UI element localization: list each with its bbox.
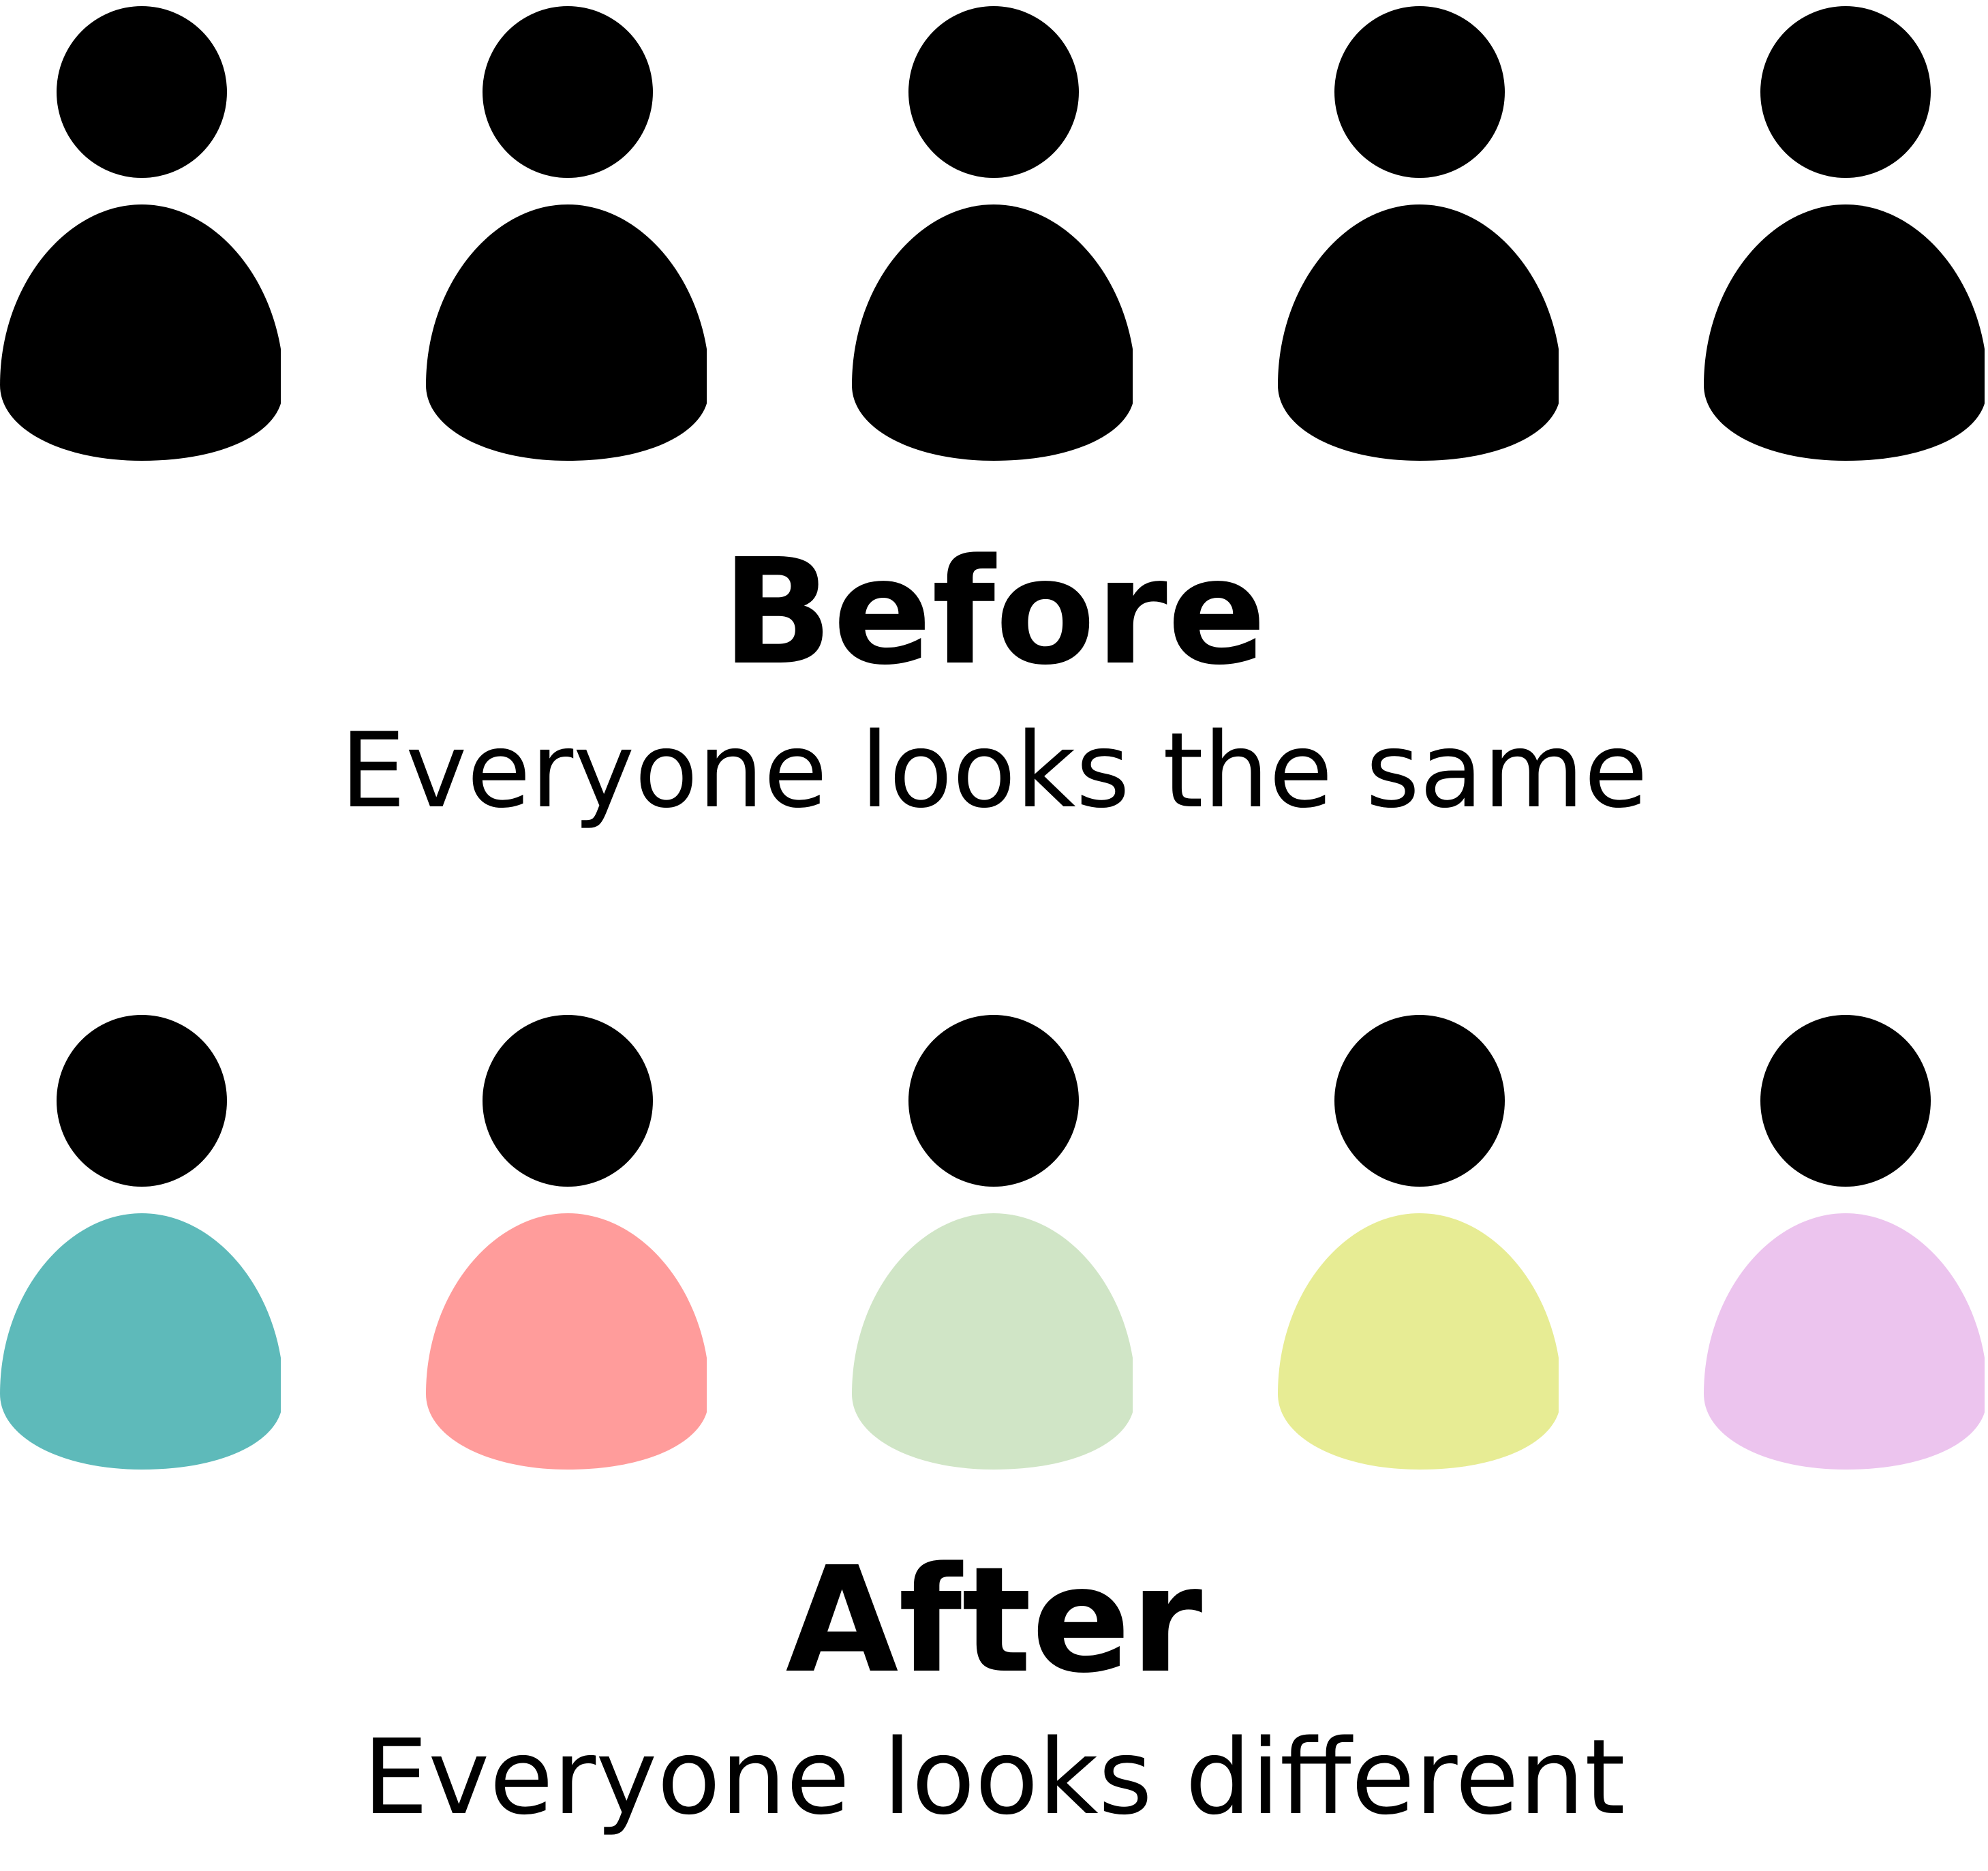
person-head [483, 1015, 653, 1187]
person-head [1334, 1015, 1505, 1187]
person-icon [1704, 0, 1986, 463]
person-figure [1278, 1015, 1559, 1470]
person-head [483, 6, 653, 178]
person-body [852, 204, 1133, 461]
person-icon [426, 0, 708, 463]
person-figure [852, 6, 1133, 461]
before-people-row [0, 0, 1988, 463]
person-figure [852, 1015, 1133, 1470]
person-icon [1278, 1009, 1560, 1472]
person-figure [0, 1015, 281, 1470]
person-body [852, 1213, 1133, 1470]
person-body [1278, 204, 1559, 461]
person-figure [1704, 1015, 1985, 1470]
person-icon [852, 1009, 1134, 1472]
person-head [57, 1015, 227, 1187]
after-caption: Everyone looks different [363, 1717, 1625, 1838]
person-icon [0, 0, 282, 463]
before-caption: Everyone looks the same [340, 710, 1648, 831]
person-figure [426, 6, 707, 461]
person-icon [852, 0, 1134, 463]
person-body [0, 1213, 281, 1470]
person-head [1760, 1015, 1931, 1187]
person-icon [0, 1009, 282, 1472]
person-head [57, 6, 227, 178]
person-body [0, 204, 281, 461]
person-icon [1278, 0, 1560, 463]
person-body [1704, 204, 1985, 461]
person-head [1760, 6, 1931, 178]
person-icon [1704, 1009, 1986, 1472]
person-figure [1704, 6, 1985, 461]
person-body [426, 204, 707, 461]
before-heading: Before [721, 528, 1267, 697]
person-body [1704, 1213, 1985, 1470]
after-heading: After [785, 1536, 1203, 1705]
person-figure [0, 6, 281, 461]
person-body [1278, 1213, 1559, 1470]
person-head [1334, 6, 1505, 178]
person-icon [426, 1009, 708, 1472]
after-people-row [0, 1009, 1988, 1472]
person-figure [1278, 6, 1559, 461]
person-head [908, 1015, 1079, 1187]
person-body [426, 1213, 707, 1470]
person-head [908, 6, 1079, 178]
person-figure [426, 1015, 707, 1470]
